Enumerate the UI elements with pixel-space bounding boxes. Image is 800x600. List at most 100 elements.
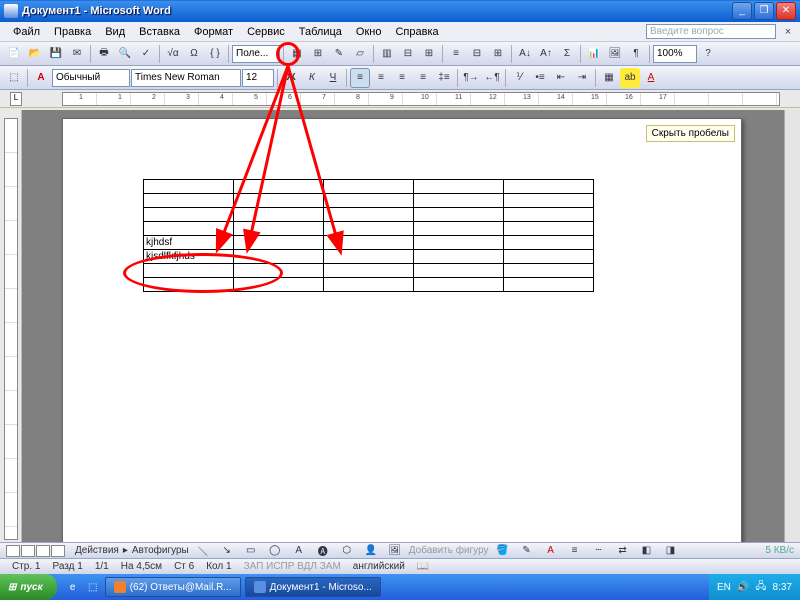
status-col: Кол 1 — [200, 561, 237, 572]
distribute-cols-button[interactable]: ⊞ — [488, 44, 508, 64]
menu-file[interactable]: Файл — [6, 24, 47, 40]
vertical-scrollbar[interactable] — [784, 110, 800, 548]
view-normal-button[interactable] — [6, 545, 20, 557]
mail-button[interactable]: ✉ — [67, 44, 87, 64]
table-row[interactable] — [144, 222, 594, 236]
drawing-button[interactable]: 🖼 — [605, 44, 625, 64]
taskbar-item-mail[interactable]: (62) Ответы@Mail.R... — [105, 577, 241, 597]
spell-button[interactable]: ✓ — [136, 44, 156, 64]
align-left-button[interactable]: ≡ — [350, 68, 370, 88]
menu-window[interactable]: Окно — [349, 24, 389, 40]
help-question-input[interactable]: Введите вопрос — [646, 24, 776, 39]
quick-launch-desktop[interactable]: ⬚ — [83, 577, 103, 597]
font-color-button[interactable]: A — [641, 68, 661, 88]
numbering-button[interactable]: ⅟ — [509, 68, 529, 88]
highlight-button[interactable]: ab — [620, 68, 640, 88]
close-button[interactable]: ✕ — [776, 2, 796, 20]
view-outline-button[interactable] — [51, 545, 65, 557]
view-web-button[interactable] — [21, 545, 35, 557]
add-shape-button[interactable]: Добавить фигуру — [409, 545, 489, 556]
minimize-button[interactable]: _ — [732, 2, 752, 20]
table-row[interactable] — [144, 180, 594, 194]
taskbar-item-word[interactable]: Документ1 - Microso... — [245, 577, 381, 597]
formula-button[interactable]: √α — [163, 44, 183, 64]
table-cell[interactable]: kjhdsf — [144, 236, 234, 250]
system-tray[interactable]: EN 🔊 🖧 8:37 — [709, 574, 800, 600]
columns-button[interactable]: ▥ — [377, 44, 397, 64]
pencil-button[interactable]: ✎ — [329, 44, 349, 64]
tab-selector[interactable]: L — [10, 92, 22, 106]
status-book-icon[interactable]: 📖 — [411, 561, 435, 572]
distribute-rows-button[interactable]: ⊟ — [467, 44, 487, 64]
split-cells-button[interactable]: ⊞ — [419, 44, 439, 64]
font-size-dropdown[interactable]: 12 — [242, 69, 274, 87]
page-scroll[interactable]: Скрыть пробелы kjhdsf kjsdlfkfjhds — [22, 110, 800, 548]
braces-button[interactable]: { } — [205, 44, 225, 64]
autoshapes-menu[interactable]: Автофигуры — [132, 545, 189, 556]
autosum-button[interactable]: Σ — [557, 44, 577, 64]
align-top-button[interactable]: ≡ — [446, 44, 466, 64]
menu-tools[interactable]: Сервис — [240, 24, 292, 40]
underline-button[interactable]: Ч — [323, 68, 343, 88]
tray-network-icon[interactable]: 🖧 — [755, 579, 766, 596]
sort-desc-button[interactable]: A↑ — [536, 44, 556, 64]
rtl-button[interactable]: ←¶ — [482, 68, 502, 88]
table-row[interactable]: kjhdsf — [144, 236, 594, 250]
styles-pane-button[interactable]: ⬚ — [4, 68, 24, 88]
paragraph-button[interactable]: ¶ — [626, 44, 646, 64]
menu-view[interactable]: Вид — [98, 24, 132, 40]
tray-volume-icon[interactable]: 🔊 — [737, 582, 749, 593]
line-spacing-button[interactable]: ‡≡ — [434, 68, 454, 88]
omega-button[interactable]: Ω — [184, 44, 204, 64]
actions-menu[interactable]: Действия — [75, 545, 119, 556]
style-dropdown[interactable]: Обычный — [52, 69, 130, 87]
status-language[interactable]: английский — [347, 561, 411, 572]
preview-button[interactable]: 🔍 — [115, 44, 135, 64]
ltr-button[interactable]: ¶→ — [461, 68, 481, 88]
indent-button[interactable]: ⇥ — [572, 68, 592, 88]
chart-button[interactable]: 📊 — [584, 44, 604, 64]
status-line: Ст 6 — [168, 561, 200, 572]
justify-button[interactable]: ≡ — [413, 68, 433, 88]
bullets-button[interactable]: •≡ — [530, 68, 550, 88]
eraser-button[interactable]: ▱ — [350, 44, 370, 64]
tray-clock[interactable]: 8:37 — [773, 582, 792, 593]
menu-help[interactable]: Справка — [388, 24, 445, 40]
start-button[interactable]: ⊞ пуск — [0, 574, 57, 600]
italic-button[interactable]: К — [302, 68, 322, 88]
help-button[interactable]: ? — [698, 44, 718, 64]
outdent-button[interactable]: ⇤ — [551, 68, 571, 88]
sort-asc-button[interactable]: A↓ — [515, 44, 535, 64]
align-center-button[interactable]: ≡ — [371, 68, 391, 88]
table-row[interactable] — [144, 194, 594, 208]
open-button[interactable]: 📂 — [25, 44, 45, 64]
font-dropdown[interactable]: Times New Roman — [131, 69, 241, 87]
print-button[interactable]: 🖶 — [94, 44, 114, 64]
menu-table[interactable]: Таблица — [292, 24, 349, 40]
style-marker-button[interactable]: A — [31, 68, 51, 88]
bold-button[interactable]: Ж — [281, 68, 301, 88]
drawing-toolbar: Действия ▸ Автофигуры ＼ ↘ ▭ ◯ A 🅐 ⬡ 👤 🖼 … — [0, 542, 800, 558]
merge-cells-button[interactable]: ⊟ — [398, 44, 418, 64]
menu-format[interactable]: Формат — [187, 24, 240, 40]
horizontal-ruler[interactable]: 1 1 2 3 4 5 6 7 8 9 10 11 12 13 14 15 16… — [62, 92, 780, 106]
quick-launch-ie[interactable]: e — [63, 577, 83, 597]
borders-button[interactable]: ▦ — [599, 68, 619, 88]
tray-lang[interactable]: EN — [717, 582, 731, 593]
vertical-ruler[interactable] — [0, 110, 22, 548]
maximize-button[interactable]: ❐ — [754, 2, 774, 20]
document-page[interactable]: Скрыть пробелы kjhdsf kjsdlfkfjhds — [62, 118, 742, 548]
view-print-button[interactable] — [36, 545, 50, 557]
field-dropdown[interactable]: Поле... — [232, 45, 280, 63]
select-arrow-button[interactable]: ▸ — [123, 545, 128, 556]
table-row[interactable] — [144, 208, 594, 222]
table-draw-button[interactable]: ⊞ — [308, 44, 328, 64]
doc-close-button[interactable]: × — [782, 26, 794, 38]
menu-edit[interactable]: Правка — [47, 24, 98, 40]
zoom-dropdown[interactable]: 100% — [653, 45, 697, 63]
new-doc-button[interactable]: 📄 — [4, 44, 24, 64]
menu-insert[interactable]: Вставка — [132, 24, 187, 40]
word-icon — [254, 581, 266, 593]
align-right-button[interactable]: ≡ — [392, 68, 412, 88]
save-button[interactable]: 💾 — [46, 44, 66, 64]
